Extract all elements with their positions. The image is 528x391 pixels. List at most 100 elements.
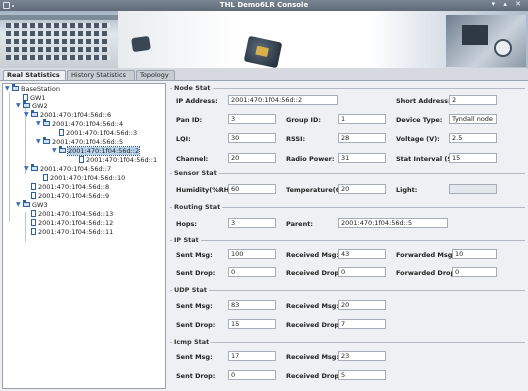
tree-item-node-10[interactable]: 2001:470:1f04:56d::10 — [43, 174, 125, 182]
tree-item-node-3[interactable]: 2001:470:1f04:56d::3 — [59, 129, 137, 137]
tree-item-gw3[interactable]: ▼ GW3 — [16, 200, 48, 209]
tree-item-node-7[interactable]: ▼ 2001:470:1f04:56d::7 — [24, 164, 111, 173]
ip-received-drop-field[interactable]: 0 — [338, 267, 386, 277]
short-address-field[interactable]: 2 — [449, 95, 497, 105]
sensor-node-image — [243, 35, 283, 68]
stat-interval-field[interactable]: 15 — [449, 153, 497, 163]
collapse-toggle-icon[interactable]: ▼ — [16, 201, 21, 209]
collapse-toggle-icon[interactable]: ▼ — [24, 111, 29, 119]
tree-item-node-2[interactable]: ▼ 2001:470:1f04:56d::2 — [52, 146, 141, 156]
icmp-sent-drop-field[interactable]: 0 — [228, 370, 276, 380]
ip-forwarded-drop-label: Forwarded Drop: — [396, 269, 458, 277]
tree-item-node-5[interactable]: ▼ 2001:470:1f04:56d::5 — [36, 137, 123, 146]
light-label: Light: — [396, 186, 418, 194]
channel-label: Channel: — [176, 155, 209, 163]
temperature-field[interactable]: 20 — [338, 184, 386, 194]
tree-item-node-12[interactable]: 2001:470:1f04:56d::12 — [31, 219, 113, 227]
humidity-field[interactable]: 60 — [228, 184, 276, 194]
tree-item-node-1[interactable]: 2001:470:1f04:56d::1 — [79, 156, 157, 164]
tree-item-basestation[interactable]: ▼ BaseStation — [5, 84, 60, 93]
collapse-toggle-icon[interactable]: ▼ — [5, 85, 10, 93]
folder-icon — [23, 200, 30, 207]
device-type-label: Device Type: — [396, 116, 443, 124]
tree-item-node-6[interactable]: ▼ 2001:470:1f04:56d::6 — [24, 110, 111, 119]
radio-power-label: Radio Power: — [286, 155, 335, 163]
tree-item-node-4[interactable]: ▼ 2001:470:1f04:56d::4 — [36, 119, 123, 128]
radio-power-field[interactable]: 31 — [338, 153, 386, 163]
icmp-received-drop-field[interactable]: 5 — [338, 370, 386, 380]
hops-field[interactable]: 3 — [228, 218, 276, 228]
tree-item-node-8[interactable]: 2001:470:1f04:56d::8 — [31, 183, 109, 191]
voltage-field[interactable]: 2.5 — [449, 133, 497, 143]
udp-sent-msg-field[interactable]: 83 — [228, 300, 276, 310]
ip-forwarded-drop-field[interactable]: 0 — [452, 267, 497, 277]
icmp-sent-msg-label: Sent Msg: — [176, 353, 213, 361]
udp-received-drop-field[interactable]: 7 — [338, 319, 386, 329]
channel-field[interactable]: 20 — [228, 153, 276, 163]
stats-panel: Node Stat IP Address: 2001:470:1f04:56d:… — [170, 83, 526, 389]
collapse-toggle-icon[interactable]: ▼ — [36, 138, 41, 146]
group-id-label: Group ID: — [286, 116, 321, 124]
icmp-received-drop-label: Received Drop: — [286, 372, 342, 380]
leaf-icon — [23, 94, 28, 101]
ip-address-field[interactable]: 2001:470:1f04:56d::2 — [228, 95, 338, 105]
leaf-icon — [79, 156, 84, 163]
pan-id-field[interactable]: 3 — [228, 114, 276, 124]
window-controls[interactable]: ▾ ▴ ✕ — [492, 0, 524, 8]
ip-received-msg-field[interactable]: 43 — [338, 249, 386, 259]
lqi-field[interactable]: 30 — [228, 133, 276, 143]
udp-sent-drop-label: Sent Drop: — [176, 321, 216, 329]
node-tree[interactable]: ▼ BaseStation GW1 ▼ GW2 ▼ 2001:470:1f04:56d… — [2, 83, 166, 389]
ip-sent-drop-field[interactable]: 0 — [228, 267, 276, 277]
folder-icon — [43, 119, 50, 126]
title-bar: THL Demo6LR Console ▾ ▴ ✕ — [0, 0, 528, 11]
tree-item-gw1[interactable]: GW1 — [23, 94, 46, 102]
group-title: UDP Stat — [172, 286, 209, 294]
folder-icon — [31, 164, 38, 171]
udp-sent-msg-label: Sent Msg: — [176, 302, 213, 310]
humidity-label: Humidity(%RH): — [176, 186, 235, 194]
ip-address-label: IP Address: — [176, 97, 218, 105]
tab-history-statistics[interactable]: History Statistics — [67, 70, 135, 80]
rssi-field[interactable]: 28 — [338, 133, 386, 143]
leaf-icon — [31, 192, 36, 199]
tab-topology[interactable]: Topology — [136, 70, 175, 80]
ip-stat-group: IP Stat Sent Msg: 100 Received Msg: 43 F… — [170, 236, 525, 284]
tree-item-node-9[interactable]: 2001:470:1f04:56d::9 — [31, 192, 109, 200]
folder-icon — [43, 137, 50, 144]
collapse-toggle-icon[interactable]: ▼ — [52, 147, 57, 155]
tree-item-node-11[interactable]: 2001:470:1f04:56d::11 — [31, 228, 113, 236]
voltage-label: Voltage (V): — [396, 135, 440, 143]
leaf-icon — [31, 210, 36, 217]
node-stat-group: Node Stat IP Address: 2001:470:1f04:56d:… — [170, 84, 525, 166]
rssi-label: RSSI: — [286, 135, 306, 143]
ip-sent-msg-field[interactable]: 100 — [228, 249, 276, 259]
ip-forwarded-msg-field[interactable]: 10 — [452, 249, 497, 259]
ip-forwarded-msg-label: Forwarded Msg: — [396, 251, 456, 259]
collapse-toggle-icon[interactable]: ▼ — [16, 102, 21, 110]
leaf-icon — [31, 228, 36, 235]
udp-received-msg-field[interactable]: 20 — [338, 300, 386, 310]
circuit-board-image — [446, 15, 526, 67]
icmp-sent-drop-label: Sent Drop: — [176, 372, 216, 380]
building-image — [0, 11, 118, 68]
icmp-received-msg-label: Received Msg: — [286, 353, 340, 361]
folder-icon — [59, 146, 66, 153]
icmp-received-msg-field[interactable]: 23 — [338, 351, 386, 361]
device-type-field[interactable]: Tyndall node — [449, 114, 497, 124]
parent-field[interactable]: 2001:470:1f04:56d::5 — [338, 218, 448, 228]
folder-icon — [31, 110, 38, 117]
group-title: Routing Stat — [172, 203, 223, 211]
leaf-icon — [31, 219, 36, 226]
collapse-toggle-icon[interactable]: ▼ — [24, 165, 29, 173]
light-field[interactable] — [449, 184, 497, 194]
routing-stat-group: Routing Stat Hops: 3 Parent: 2001:470:1f… — [170, 203, 525, 237]
udp-sent-drop-field[interactable]: 15 — [228, 319, 276, 329]
parent-label: Parent: — [286, 220, 313, 228]
tree-item-node-13[interactable]: 2001:470:1f04:56d::13 — [31, 210, 113, 218]
icmp-sent-msg-field[interactable]: 17 — [228, 351, 276, 361]
tree-item-gw2[interactable]: ▼ GW2 — [16, 101, 48, 110]
lqi-label: LQI: — [176, 135, 191, 143]
collapse-toggle-icon[interactable]: ▼ — [36, 120, 41, 128]
group-id-field[interactable]: 1 — [338, 114, 386, 124]
